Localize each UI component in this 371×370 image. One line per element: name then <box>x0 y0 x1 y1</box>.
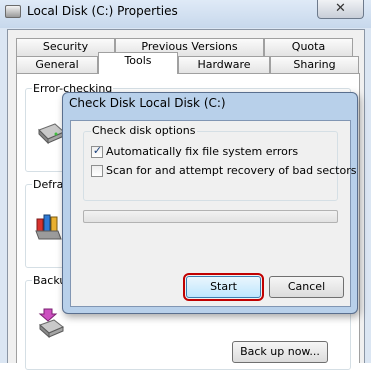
cancel-button[interactable]: Cancel <box>269 276 344 298</box>
dialog-content: Check disk options ✓ Automatically fix f… <box>70 120 356 307</box>
auto-fix-label[interactable]: Automatically fix file system errors <box>106 145 298 158</box>
close-icon: ✕ <box>335 1 346 16</box>
back-up-now-button[interactable]: Back up now... <box>232 341 328 363</box>
check-disk-options-label: Check disk options <box>91 124 197 137</box>
check-disk-options-group: Check disk options ✓ Automatically fix f… <box>83 124 356 201</box>
tab-tools[interactable]: Tools <box>98 52 178 74</box>
close-button[interactable]: ✕ <box>317 0 364 19</box>
title-bar: Local Disk (C:) Properties ✕ <box>0 0 371 28</box>
progress-bar <box>83 210 338 223</box>
dialog-title: Check Disk Local Disk (C:) <box>69 96 226 110</box>
defragment-icon <box>35 214 62 240</box>
window-title: Local Disk (C:) Properties <box>27 4 178 18</box>
tab-quota[interactable]: Quota <box>264 38 353 56</box>
scan-bad-sectors-checkbox[interactable]: ✓ <box>91 165 103 177</box>
tab-general[interactable]: General <box>16 56 98 74</box>
hard-disk-icon <box>5 5 21 18</box>
scan-bad-sectors-label[interactable]: Scan for and attempt recovery of bad sec… <box>106 164 356 177</box>
checkmark-icon: ✓ <box>92 144 103 157</box>
auto-fix-checkbox[interactable]: ✓ <box>91 144 103 158</box>
tab-sharing[interactable]: Sharing <box>270 56 359 74</box>
start-button[interactable]: Start <box>183 273 264 301</box>
tab-hardware[interactable]: Hardware <box>178 56 270 74</box>
check-disk-dialog: Check Disk Local Disk (C:) Check disk op… <box>62 92 358 314</box>
